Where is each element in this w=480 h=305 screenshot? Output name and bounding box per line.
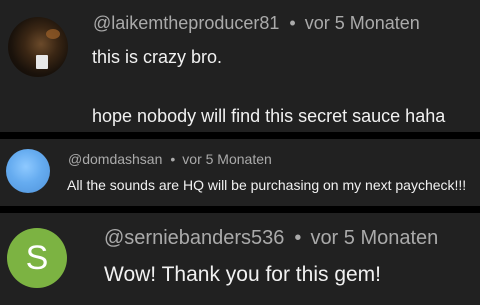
comment-meta: @serniebanders536 • vor 5 Monaten xyxy=(104,227,438,250)
comment-timestamp[interactable]: vor 5 Monaten xyxy=(182,151,272,167)
comment-text: All the sounds are HQ will be purchasing… xyxy=(67,177,467,193)
comment-text: this is crazy bro. xyxy=(92,47,223,67)
comment-meta: @laikemtheproducer81 • vor 5 Monaten xyxy=(93,13,420,34)
avatar[interactable] xyxy=(6,149,50,193)
separator-dot: • xyxy=(294,227,302,249)
comment-text: hope nobody will find this secret sauce … xyxy=(92,106,446,126)
comment-text: Wow! Thank you for this gem! xyxy=(104,263,382,286)
comment-timestamp[interactable]: vor 5 Monaten xyxy=(310,227,438,249)
author-handle[interactable]: @laikemtheproducer81 xyxy=(93,13,279,33)
avatar-photo-detail xyxy=(36,55,48,69)
separator-dot: • xyxy=(170,151,176,167)
avatar[interactable]: S xyxy=(7,228,67,288)
comment-timestamp[interactable]: vor 5 Monaten xyxy=(305,13,420,33)
author-handle[interactable]: @domdashsan xyxy=(68,151,162,167)
avatar[interactable] xyxy=(8,17,68,77)
comment-card xyxy=(0,139,480,206)
separator-dot: • xyxy=(289,13,296,33)
comment-meta: @domdashsan • vor 5 Monaten xyxy=(68,151,272,167)
avatar-photo-detail xyxy=(46,29,60,39)
author-handle[interactable]: @serniebanders536 xyxy=(104,227,284,249)
